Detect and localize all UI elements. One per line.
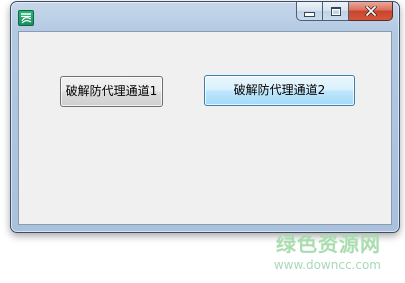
watermark: 绿色资源网 www.downcc.com (274, 232, 381, 272)
app-icon[interactable] (18, 10, 34, 26)
caption-buttons (296, 2, 393, 22)
close-button[interactable] (349, 2, 393, 21)
close-icon (364, 6, 377, 16)
proxy-channel-1-button[interactable]: 破解防代理通道1 (60, 76, 163, 107)
minimize-button[interactable] (296, 2, 323, 21)
app-window: 破解防代理通道1 破解防代理通道2 (10, 1, 400, 233)
minimize-icon (304, 11, 315, 17)
watermark-url: www.downcc.com (273, 258, 381, 272)
title-bar[interactable] (11, 2, 399, 32)
maximize-button[interactable] (323, 2, 349, 21)
watermark-site-name: 绿色资源网 (276, 232, 381, 256)
maximize-icon (330, 6, 341, 16)
proxy-channel-2-button[interactable]: 破解防代理通道2 (204, 75, 355, 106)
client-area: 破解防代理通道1 破解防代理通道2 (18, 31, 392, 225)
